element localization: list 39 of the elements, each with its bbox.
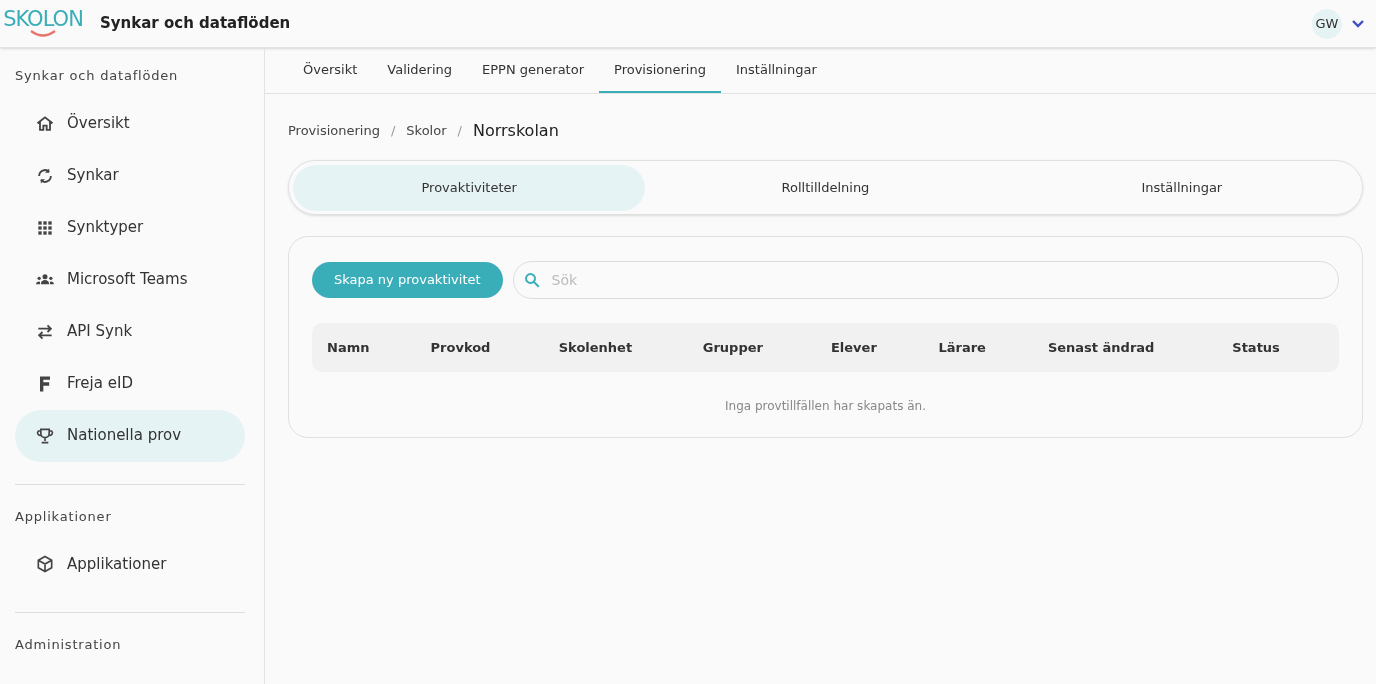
tab[interactable]: Provisionering — [599, 48, 721, 93]
tab[interactable]: Översikt — [288, 48, 373, 93]
tab[interactable]: Inställningar — [720, 48, 832, 93]
search-field[interactable]: Sök — [512, 261, 1339, 299]
sidebar-heading: Applikationer — [15, 507, 113, 526]
sidebar-item[interactable]: Freja eID — [15, 357, 245, 410]
sidebar-item[interactable]: Microsoft Teams — [15, 253, 245, 306]
subtab[interactable]: Rolltilldelning — [649, 164, 1002, 211]
column-header: Provkod — [430, 338, 492, 357]
column-header: Skolenhet — [558, 338, 634, 357]
breadcrumb-item[interactable]: Skolor — [406, 121, 447, 141]
breadcrumb-item[interactable]: Provisionering — [288, 121, 380, 141]
search-icon — [522, 271, 541, 289]
subtab[interactable]: Inställningar — [1005, 164, 1358, 211]
breadcrumb-separator: / — [390, 122, 396, 141]
chevron-down-icon[interactable] — [1352, 19, 1364, 28]
sidebar-item[interactable]: Översikt — [15, 97, 245, 150]
sidebar-item[interactable]: Nationella prov — [15, 409, 245, 462]
user-avatar[interactable]: GW — [1312, 8, 1342, 39]
column-header: Lärare — [938, 338, 987, 357]
sidebar-heading: Synkar och dataflöden — [15, 67, 180, 85]
sidebar-heading: Administration — [15, 636, 123, 654]
tab[interactable]: Validering — [372, 48, 468, 93]
subtab[interactable]: Provaktiviteter — [293, 164, 646, 211]
empty-message: Inga provtillfällen har skapats än. — [724, 398, 927, 415]
cube-icon — [35, 554, 55, 574]
sidebar-item[interactable]: Synktyper — [15, 201, 245, 254]
sidebar-item[interactable]: Applikationer — [15, 538, 245, 590]
column-header: Status — [1232, 338, 1281, 357]
column-header: Elever — [830, 338, 878, 357]
column-header: Senast ändrad — [1047, 338, 1156, 357]
sidebar-item[interactable]: Synkar — [15, 149, 245, 202]
breadcrumb-separator: / — [457, 122, 462, 141]
column-header: Namn — [327, 338, 371, 357]
column-header: Grupper — [702, 338, 764, 357]
app-title: Synkar och dataflöden — [100, 13, 291, 35]
tab[interactable]: EPPN generator — [467, 48, 599, 93]
sidebar-item[interactable]: API Synk — [15, 305, 245, 358]
breadcrumb-item: Norrskolan — [472, 120, 559, 142]
